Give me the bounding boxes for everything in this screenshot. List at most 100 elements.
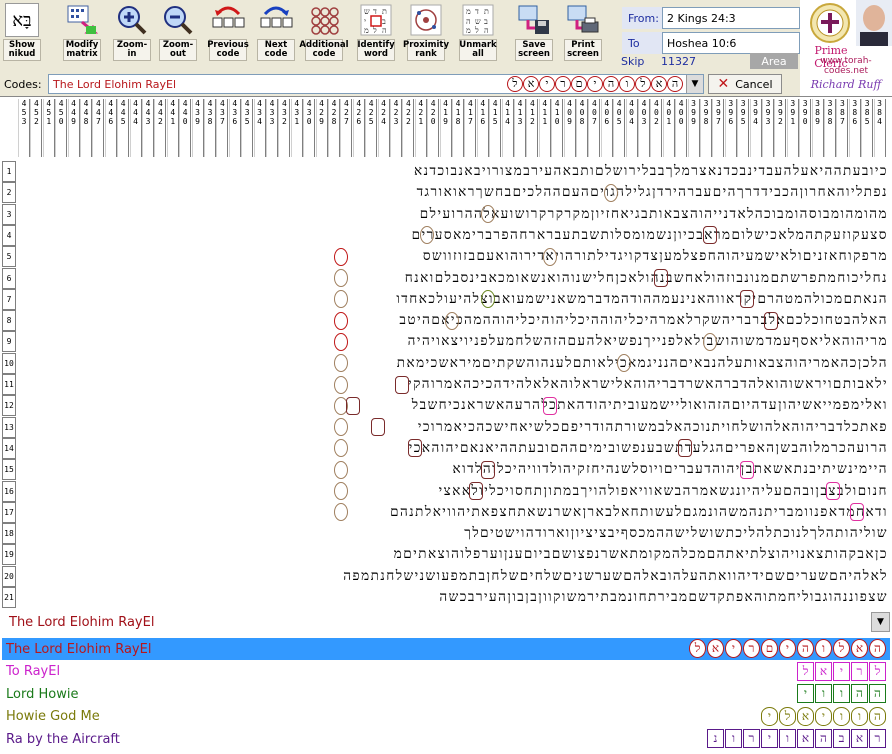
letter-mark[interactable]: [333, 247, 348, 266]
letter-mark[interactable]: [407, 439, 422, 458]
svg-text:ה: ה: [484, 26, 489, 35]
to-field[interactable]: Hoshea 10:6: [662, 32, 800, 54]
svg-text:מ: מ: [466, 26, 471, 35]
codes-dropdown[interactable]: The Lord Elohim RayEl האלוהיםריאל ▼: [48, 74, 704, 94]
matrix-row[interactable]: מהומהומבוסהומבוכהלאדנייהוהצבאותבגיאחזיון…: [18, 204, 888, 225]
matrix-row[interactable]: הרועהכרמלוהבשןהאפריםהגלעדתשבענפשובימיםהה…: [18, 438, 888, 459]
column-number: 4 0 2: [650, 99, 663, 157]
letter-mark[interactable]: [333, 354, 348, 373]
column-number: 4 2 2: [402, 99, 415, 157]
matrix-row[interactable]: מרפקוחאזניםולאישמעיהוהחפצלמעןצדקויגדילתו…: [18, 246, 888, 267]
letter-mark[interactable]: [481, 460, 496, 479]
letter-mark[interactable]: [333, 418, 348, 437]
matrix-row[interactable]: היימינשיתיבנתאשאתבןיהוהדעבריםויוסלשנהיחז…: [18, 459, 888, 480]
logo-url[interactable]: www.torah-codes.net: [800, 56, 892, 76]
matrix-row[interactable]: נפתליוהאחרוןהכבידדרךהיםעברהירדןגלילהגוים…: [18, 182, 888, 203]
letter-mark[interactable]: [333, 290, 348, 309]
zoom-in-label: Zoom-in: [113, 39, 151, 61]
save-screen-button[interactable]: Save screen: [515, 3, 553, 69]
matrix-row[interactable]: נחליכוחמתפרשתםמנונבוזהולאחשבנהולאכןחלישנ…: [18, 268, 888, 289]
matrix-row[interactable]: שצפוננהוגבוליחמתוהאפתקדשםמבירתחונמבתירמש…: [18, 587, 888, 608]
matrix-row[interactable]: ילאבותםויראשוהואלהדברהאשרדבריהוהאלישראלו…: [18, 374, 888, 395]
identify-word-label: Identify word: [357, 39, 395, 61]
letter-mark[interactable]: [333, 460, 348, 479]
zoom-out-button[interactable]: Zoom-out: [159, 3, 197, 69]
matrix-row[interactable]: מריהוהאליאסףעמדמשוהושבולאלפנייךנפשיאלהעם…: [18, 331, 888, 352]
identify-word-button[interactable]: ש ד ת י ב מ ל ה Identify word: [357, 3, 395, 69]
zoom-in-button[interactable]: Zoom-in: [113, 3, 151, 69]
skip-value: 11327: [661, 54, 696, 68]
column-number: 3 8 4: [873, 99, 886, 157]
additional-code-button[interactable]: Additional code: [299, 3, 349, 69]
column-number: 4 2 9: [315, 99, 328, 157]
letter-mark[interactable]: [469, 482, 484, 500]
matrix-row[interactable]: לאלהיהםשעריםשםידיהוואתהעלהובאלהםשערשניםש…: [18, 566, 888, 587]
cancel-button[interactable]: ✕ Cancel: [708, 74, 782, 94]
letter-mark[interactable]: [370, 418, 385, 437]
result-hebrew-letter: י: [797, 684, 814, 703]
results-dropdown[interactable]: The Lord Elohim RayEl: [2, 610, 870, 634]
chevron-down-icon[interactable]: ▼: [871, 612, 890, 632]
letter-mark[interactable]: [542, 247, 557, 266]
print-screen-button[interactable]: Print screen: [564, 3, 602, 69]
result-item[interactable]: Ra by the Aircraft ר א ב ה א ו י ר ו נ: [2, 728, 890, 750]
letter-mark[interactable]: [346, 396, 361, 415]
letter-mark[interactable]: [702, 226, 717, 245]
next-code-button[interactable]: Next code: [257, 3, 295, 69]
previous-code-button[interactable]: Previous code: [207, 3, 249, 69]
codes-hebrew-letter: א: [523, 76, 539, 92]
matrix-row[interactable]: ואלימפמייאשיהוןעדהיוםהזהואוליישמעוביתיהו…: [18, 395, 888, 416]
letter-mark[interactable]: [702, 332, 717, 351]
letter-mark[interactable]: [333, 503, 348, 522]
result-hebrew-letter: ל: [833, 639, 850, 658]
letter-mark[interactable]: [333, 482, 348, 500]
letter-mark[interactable]: [653, 269, 668, 287]
letter-mark[interactable]: [739, 460, 754, 479]
matrix-row[interactable]: שוליהותהלךלנוכתלהליכתשושלישההמכסףיבציציו…: [18, 523, 888, 544]
unmark-all-button[interactable]: מ ד ת ה ש ב מ ל ה Unmark all: [459, 3, 497, 69]
letter-mark[interactable]: [850, 503, 865, 522]
letter-mark[interactable]: [333, 311, 348, 330]
from-field[interactable]: 2 Kings 24:3: [662, 7, 800, 29]
matrix-row[interactable]: הנאתםמכולהמטהרםיקראווהאנינעמההודהמדברמשא…: [18, 289, 888, 310]
modify-matrix-button[interactable]: Modify matrix: [63, 3, 101, 69]
matrix-row[interactable]: ודאחמדאפנוומבריתנהמשהונמגםלעשותחאלבארןאש…: [18, 502, 888, 523]
matrix-row[interactable]: חנוםולבצבןובהםעליהיונגשאמרהבשאוויאפולהוי…: [18, 481, 888, 502]
zoom-out-icon: [161, 3, 195, 37]
matrix-row[interactable]: כןאבקהותצאנויהוצלתיאתהםמכלהמקומתאשרנפצוש…: [18, 544, 888, 565]
letter-mark[interactable]: [333, 332, 348, 351]
matrix-row[interactable]: פאתכלדבריהוהאלהושלחויתנוכהאלבמשורתהודריפ…: [18, 417, 888, 438]
row-number: 4: [2, 224, 16, 246]
result-item[interactable]: Lord Howie ה ה ו ו י: [2, 683, 890, 705]
show-nikud-button[interactable]: בָּא Show nikud: [3, 3, 41, 69]
letter-mark[interactable]: [764, 311, 779, 330]
matrix-row[interactable]: סצעקוזעקתהמלאכישלוםמראבכיוןנשמומסלותשבתע…: [18, 225, 888, 246]
svg-text:ת: ת: [382, 7, 387, 16]
column-number: 4 2 8: [328, 99, 340, 157]
letter-mark[interactable]: [444, 311, 459, 330]
column-number: 3 8 6: [848, 99, 861, 157]
letter-mark[interactable]: [739, 290, 754, 309]
letter-mark[interactable]: [678, 439, 693, 458]
result-item[interactable]: The Lord Elohim RayEl ה א ל ו ה י ם ר י א ל: [2, 638, 890, 660]
column-number: 4 4 3: [142, 99, 154, 157]
letter-mark[interactable]: [825, 482, 840, 500]
chevron-down-icon[interactable]: ▼: [686, 75, 703, 93]
proximity-rank-button[interactable]: Proximity rank: [403, 3, 449, 69]
area-button[interactable]: Area: [750, 53, 798, 69]
letter-mark[interactable]: [333, 269, 348, 287]
column-number: 4 4 7: [92, 99, 105, 157]
column-number: 3 9 7: [712, 99, 725, 157]
column-number: 4 4 2: [154, 99, 167, 157]
letter-matrix[interactable]: 4 5 34 5 24 5 14 5 04 4 94 4 84 4 74 4 6…: [0, 96, 892, 608]
result-item[interactable]: Howie God Me ה ו ו י א ל י: [2, 706, 890, 728]
letter-mark[interactable]: [333, 375, 348, 394]
result-item[interactable]: To RayEl ל ר י א ל: [2, 661, 890, 683]
letter-mark[interactable]: [542, 396, 557, 415]
column-number: 4 5 0: [55, 99, 68, 157]
matrix-row[interactable]: כיובעתההיאעלהעבדינבכדנאצרמלךבבלירושלםותב…: [18, 161, 888, 182]
letter-mark[interactable]: [616, 354, 631, 373]
row-number: 14: [2, 437, 16, 459]
letter-mark[interactable]: [395, 375, 410, 394]
matrix-row[interactable]: הלכןכהאמריהוהצבאותעלהנבאיםהנניגמאכילאותם…: [18, 353, 888, 374]
